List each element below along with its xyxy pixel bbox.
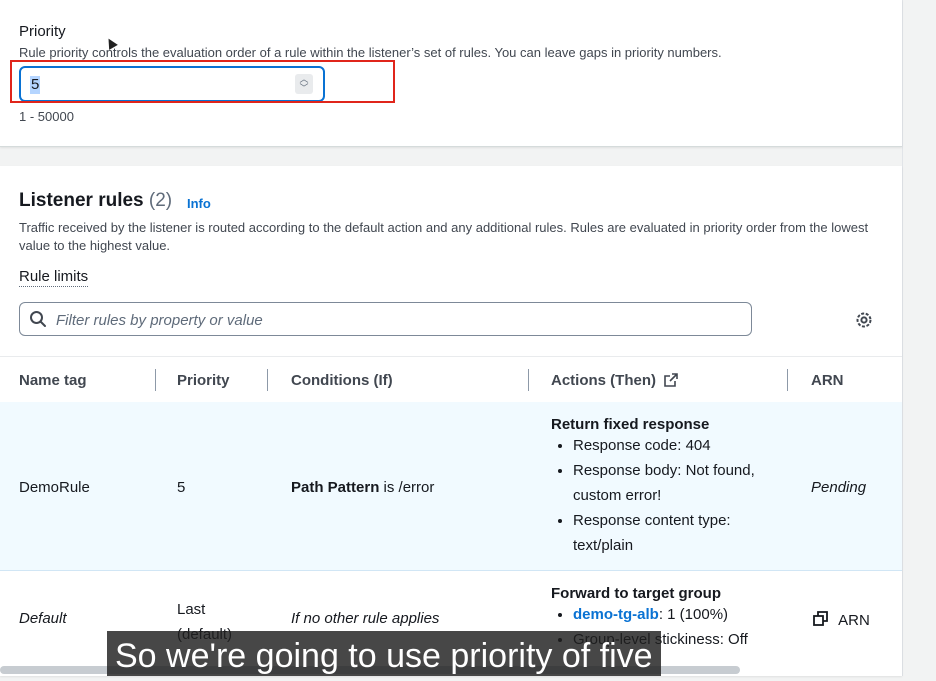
column-header-conditions[interactable]: Conditions (If) — [291, 372, 393, 389]
video-caption: So we're going to use priority of five — [107, 631, 661, 676]
action-item: demo-tg-alb: 1 (100%) — [573, 602, 791, 627]
page-divider — [902, 0, 903, 676]
table-row[interactable]: DemoRule 5 Path Pattern is /error Return… — [0, 402, 902, 571]
info-link[interactable]: Info — [187, 196, 211, 211]
section-title: Listener rules (2) — [19, 190, 172, 212]
gear-icon[interactable] — [854, 310, 874, 330]
row-arn: Pending — [811, 479, 867, 496]
column-header-actions[interactable]: Actions (Then) — [551, 372, 678, 389]
row-name-tag: DemoRule — [19, 479, 90, 496]
condition-key: Path Pattern — [291, 479, 380, 496]
rules-count: (2) — [148, 190, 173, 211]
row-actions: Return fixed response Response code: 404… — [551, 416, 771, 558]
copy-icon — [813, 611, 828, 626]
condition-value: is /error — [379, 479, 435, 496]
target-weight: : 1 (100%) — [658, 606, 729, 623]
table-header: Name tag Priority Conditions (If) Action… — [0, 356, 902, 404]
filter-placeholder: Filter rules by property or value — [56, 312, 263, 329]
action-title: Return fixed response — [551, 416, 710, 433]
row-name-tag: Default — [19, 610, 67, 627]
action-item: Response body: Not found, custom error! — [573, 458, 771, 508]
action-title: Forward to target group — [551, 585, 721, 602]
column-header-arn[interactable]: ARN — [811, 372, 844, 389]
copy-arn-label: ARN — [838, 612, 870, 629]
annotation-highlight-box — [10, 60, 395, 103]
column-header-name-tag[interactable]: Name tag — [19, 372, 87, 389]
filter-input[interactable]: Filter rules by property or value — [19, 302, 752, 336]
copy-arn-button[interactable]: ARN — [813, 611, 870, 629]
action-item: Response code: 404 — [573, 433, 771, 458]
external-link-icon — [664, 373, 678, 387]
column-header-priority[interactable]: Priority — [177, 372, 230, 389]
column-divider — [787, 369, 788, 391]
priority-description: Rule priority controls the evaluation or… — [19, 45, 722, 60]
row-condition: If no other rule applies — [291, 610, 440, 627]
action-item: Response content type: text/plain — [573, 508, 771, 558]
section-title-text: Listener rules — [19, 190, 144, 211]
column-divider — [155, 369, 156, 391]
priority-label: Priority — [19, 23, 66, 40]
search-icon — [30, 311, 46, 327]
row-priority: 5 — [177, 479, 186, 496]
column-header-actions-label: Actions (Then) — [551, 372, 656, 389]
priority-range-hint: 1 - 50000 — [19, 109, 74, 124]
column-divider — [528, 369, 529, 391]
column-divider — [267, 369, 268, 391]
target-group-link[interactable]: demo-tg-alb — [573, 606, 659, 623]
row-condition: Path Pattern is /error — [291, 479, 434, 496]
section-description: Traffic received by the listener is rout… — [19, 220, 869, 253]
rule-limits-link[interactable]: Rule limits — [19, 268, 89, 287]
